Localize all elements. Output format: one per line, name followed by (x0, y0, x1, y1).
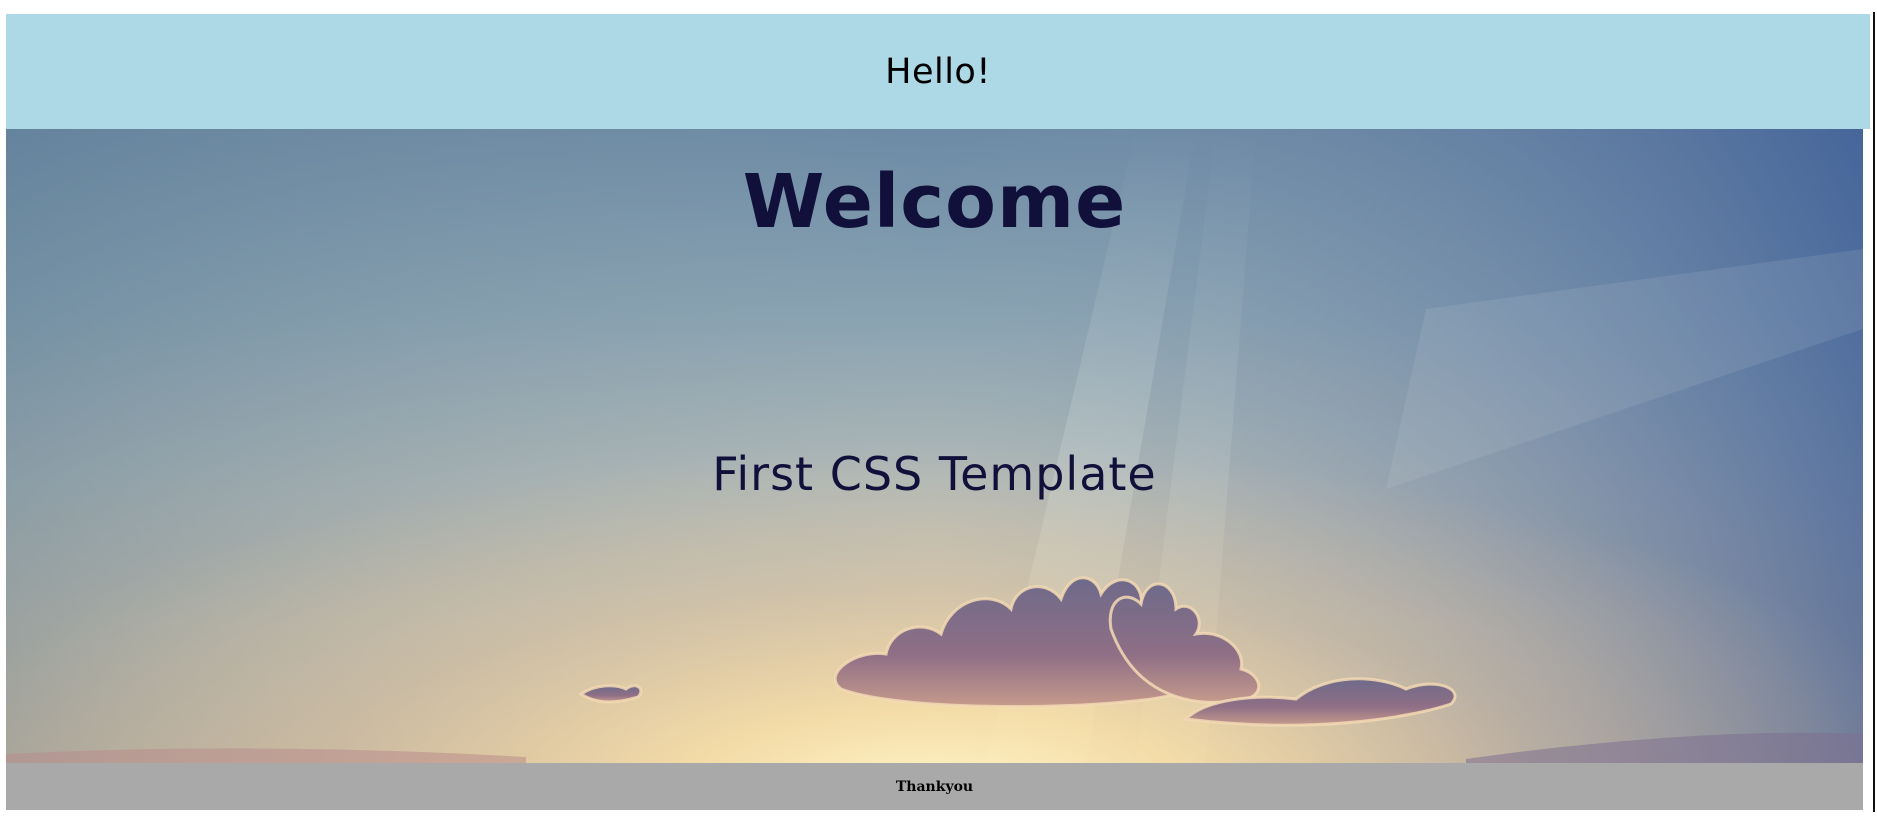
footer-thank-you-text: Thankyou (895, 778, 974, 795)
page: Hello! Welcome First CSS Template Thanky… (0, 0, 1877, 835)
header-bar: Hello! (6, 14, 1870, 129)
hero-section: Welcome First CSS Template (6, 129, 1863, 763)
welcome-heading: Welcome (742, 159, 1127, 245)
template-subtitle: First CSS Template (712, 447, 1157, 501)
header-title: Hello! (885, 51, 991, 92)
footer-bar: Thankyou (6, 763, 1863, 810)
page-edge-divider (1873, 12, 1875, 812)
